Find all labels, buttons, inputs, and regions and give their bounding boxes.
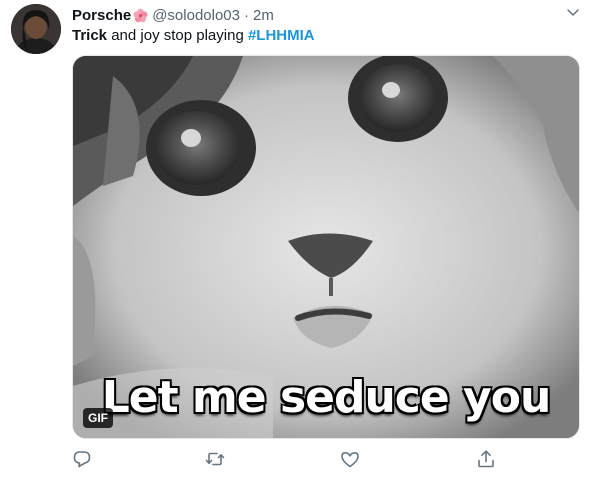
reply-icon[interactable]	[71, 448, 93, 470]
retweet-icon[interactable]	[204, 448, 226, 470]
tweet-text-bold: Trick	[72, 27, 108, 44]
gif-badge: GIF	[83, 408, 113, 428]
tweet-text: Trick and joy stop playing #LHHMIA	[72, 27, 315, 44]
hashtag-link[interactable]: #LHHMIA	[248, 27, 315, 44]
like-icon[interactable]	[339, 448, 361, 470]
gif-caption: Let me seduce you	[101, 372, 552, 423]
timestamp[interactable]: 2m	[253, 7, 274, 24]
chevron-down-icon[interactable]	[565, 4, 581, 20]
tweet-actions	[0, 448, 591, 472]
share-icon[interactable]	[475, 448, 497, 470]
display-name[interactable]: Porsche	[72, 7, 131, 24]
avatar[interactable]	[11, 4, 61, 54]
tweet-text-body: and joy stop playing	[107, 27, 248, 44]
tweet: Porsche @solodolo03 · 2m Trick and joy s…	[0, 0, 591, 481]
gif-media[interactable]: Let me seduce you GIF	[72, 55, 580, 439]
user-handle[interactable]: @solodolo03	[152, 7, 240, 24]
hibiscus-emoji-icon	[133, 8, 148, 23]
separator-dot: ·	[244, 6, 249, 24]
tweet-header: Porsche @solodolo03 · 2m	[72, 5, 274, 25]
